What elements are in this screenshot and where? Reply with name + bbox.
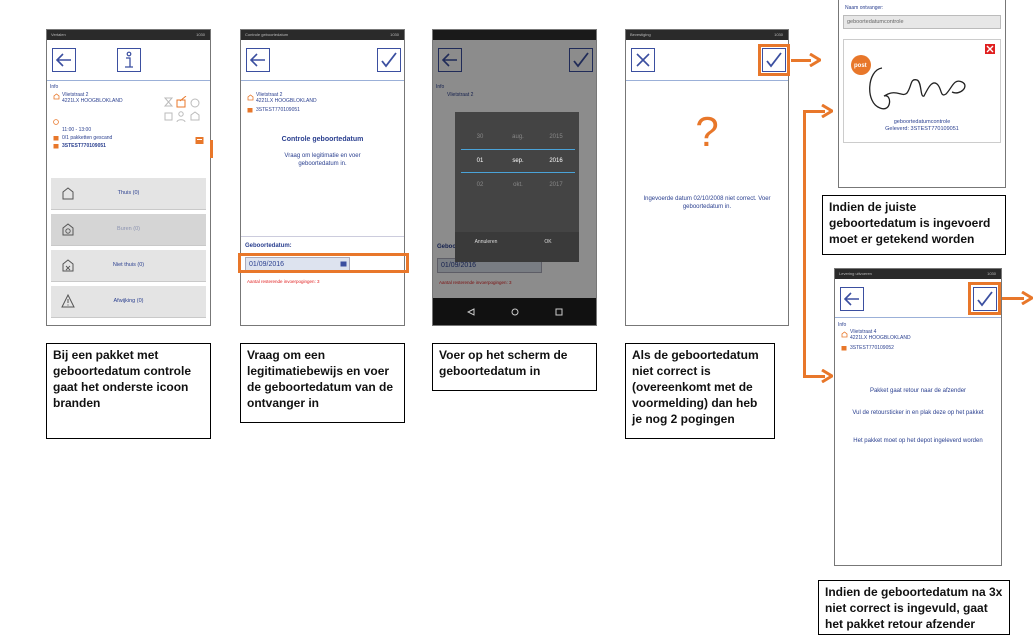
back-arrow-icon xyxy=(844,292,859,306)
nav-recents-icon[interactable] xyxy=(555,308,563,316)
caption-step-2: Vraag om een legitimatiebewijs en voer d… xyxy=(240,343,405,423)
date-picker-dialog: 30 aug. 2015 01 sep. 2016 02 okt. 2017 A… xyxy=(455,112,579,262)
arrow-head-icon xyxy=(821,369,833,383)
status-bar: Bevestiging 1030 xyxy=(626,30,788,40)
back-button[interactable] xyxy=(246,48,270,72)
android-nav-bar xyxy=(433,298,596,325)
clock-icon xyxy=(53,119,59,125)
menu-item-afwijking[interactable]: Afwijking (0) xyxy=(51,286,206,318)
caption-signature: Indien de juiste geboortedatum is ingevo… xyxy=(822,195,1006,255)
caption-step-3: Voer op het scherm de geboortedatum in xyxy=(432,343,597,391)
arrow-head-icon xyxy=(821,104,833,118)
recipient-label: Naam ontvanger: xyxy=(845,5,884,11)
house-outline-icon xyxy=(841,331,848,338)
attempts-text: Aantal resterende invoerpogingen: 3 xyxy=(247,279,320,284)
status-bar: Controle geboortedatum 1030 xyxy=(241,30,404,40)
highlight-dob-field xyxy=(238,253,409,273)
screen-delivery-overview: Vertalen 1030 Info Vlietstraat 2 4221LX H… xyxy=(46,29,211,326)
menu-item-niet-thuis[interactable]: Niet thuis (0) xyxy=(51,250,206,282)
close-icon xyxy=(636,53,650,67)
return-message: Pakket gaat retour naar de afzender xyxy=(869,388,967,394)
nav-back-icon[interactable] xyxy=(467,308,475,316)
error-message: Ingevoerde datum 02/10/2008 niet correct… xyxy=(643,196,771,210)
highlight-confirm xyxy=(758,44,790,76)
dob-label: Geboortedatum: xyxy=(245,243,292,249)
page-title: Controle geboortedatum xyxy=(281,136,364,143)
info-label: Info xyxy=(838,322,847,328)
instruction-text: Vraag om legitimatie en voer geboortedat… xyxy=(284,153,361,167)
address-card: Vlietstraat 2 4221LX HOOGBLOKLAND 11:00 … xyxy=(50,90,207,160)
caption-retour: Indien de geboortedatum na 3x niet corre… xyxy=(818,580,1010,635)
menu-item-thuis[interactable]: Thuis (0) xyxy=(51,178,206,210)
status-icons xyxy=(163,96,200,123)
depot-instruction: Het pakket moet op het depot ingeleverd … xyxy=(853,438,983,444)
screen-date-picker: Info Vlietstraat 2 Geboortedatum: 01/09/… xyxy=(432,29,597,326)
house-outline-icon xyxy=(53,93,60,100)
arrow-head-icon xyxy=(1021,291,1033,305)
sticker-instruction: Vul de retoursticker in en plak deze op … xyxy=(852,410,984,416)
nav-home-icon[interactable] xyxy=(511,308,519,316)
id-check-icon xyxy=(195,137,204,144)
question-mark-icon: ? xyxy=(695,108,719,155)
status-bar xyxy=(433,30,596,40)
caption-step-1: Bij een pakket met geboortedatum control… xyxy=(46,343,211,439)
delivered-code: Geleverd: 3STEST770109051 xyxy=(885,126,959,132)
screen-dob-check: Controle geboortedatum 1030 Vlietstraat 2… xyxy=(240,29,405,326)
clear-signature-icon[interactable] xyxy=(985,44,995,54)
package-icon xyxy=(53,136,59,141)
screen-signature: Naam ontvanger: geboortedatumcontrole po… xyxy=(838,0,1006,188)
back-button[interactable] xyxy=(52,48,76,72)
status-bar: Levering uitvoeren 1030 xyxy=(835,269,1001,279)
signature-pad[interactable]: post geboortedatumcontrole Geleverd: 3ST… xyxy=(843,39,1001,143)
status-bar: Vertalen 1030 xyxy=(47,30,210,40)
info-button[interactable] xyxy=(117,48,141,72)
recipient-field[interactable]: geboortedatumcontrole xyxy=(843,15,1001,29)
barcode-icon xyxy=(53,144,59,149)
info-icon xyxy=(125,51,133,68)
house-outline-icon xyxy=(247,94,254,101)
signature-stroke xyxy=(869,67,966,110)
branch-connector xyxy=(803,110,806,378)
confirm-button[interactable] xyxy=(377,48,401,72)
caption-step-4: Als de geboortedatum niet correct is (ov… xyxy=(625,343,775,439)
cancel-button[interactable]: Annuleren xyxy=(455,239,517,245)
highlight-confirm-retour xyxy=(968,282,1001,315)
arrow-to-signature xyxy=(791,59,811,62)
back-button[interactable] xyxy=(840,287,864,311)
orange-marker xyxy=(210,140,213,158)
instruction-sheet: Vertalen 1030 Info Vlietstraat 2 4221LX H… xyxy=(0,0,1035,637)
checkmark-icon xyxy=(381,52,397,68)
barcode-icon xyxy=(841,346,847,351)
arrow-head-icon xyxy=(809,53,821,67)
barcode-icon xyxy=(247,108,253,113)
back-arrow-icon xyxy=(250,53,265,67)
close-button[interactable] xyxy=(631,48,655,72)
ok-button[interactable]: OK xyxy=(517,239,579,245)
menu-item-buren[interactable]: Buren (0) xyxy=(51,214,206,246)
back-arrow-icon xyxy=(56,53,71,67)
